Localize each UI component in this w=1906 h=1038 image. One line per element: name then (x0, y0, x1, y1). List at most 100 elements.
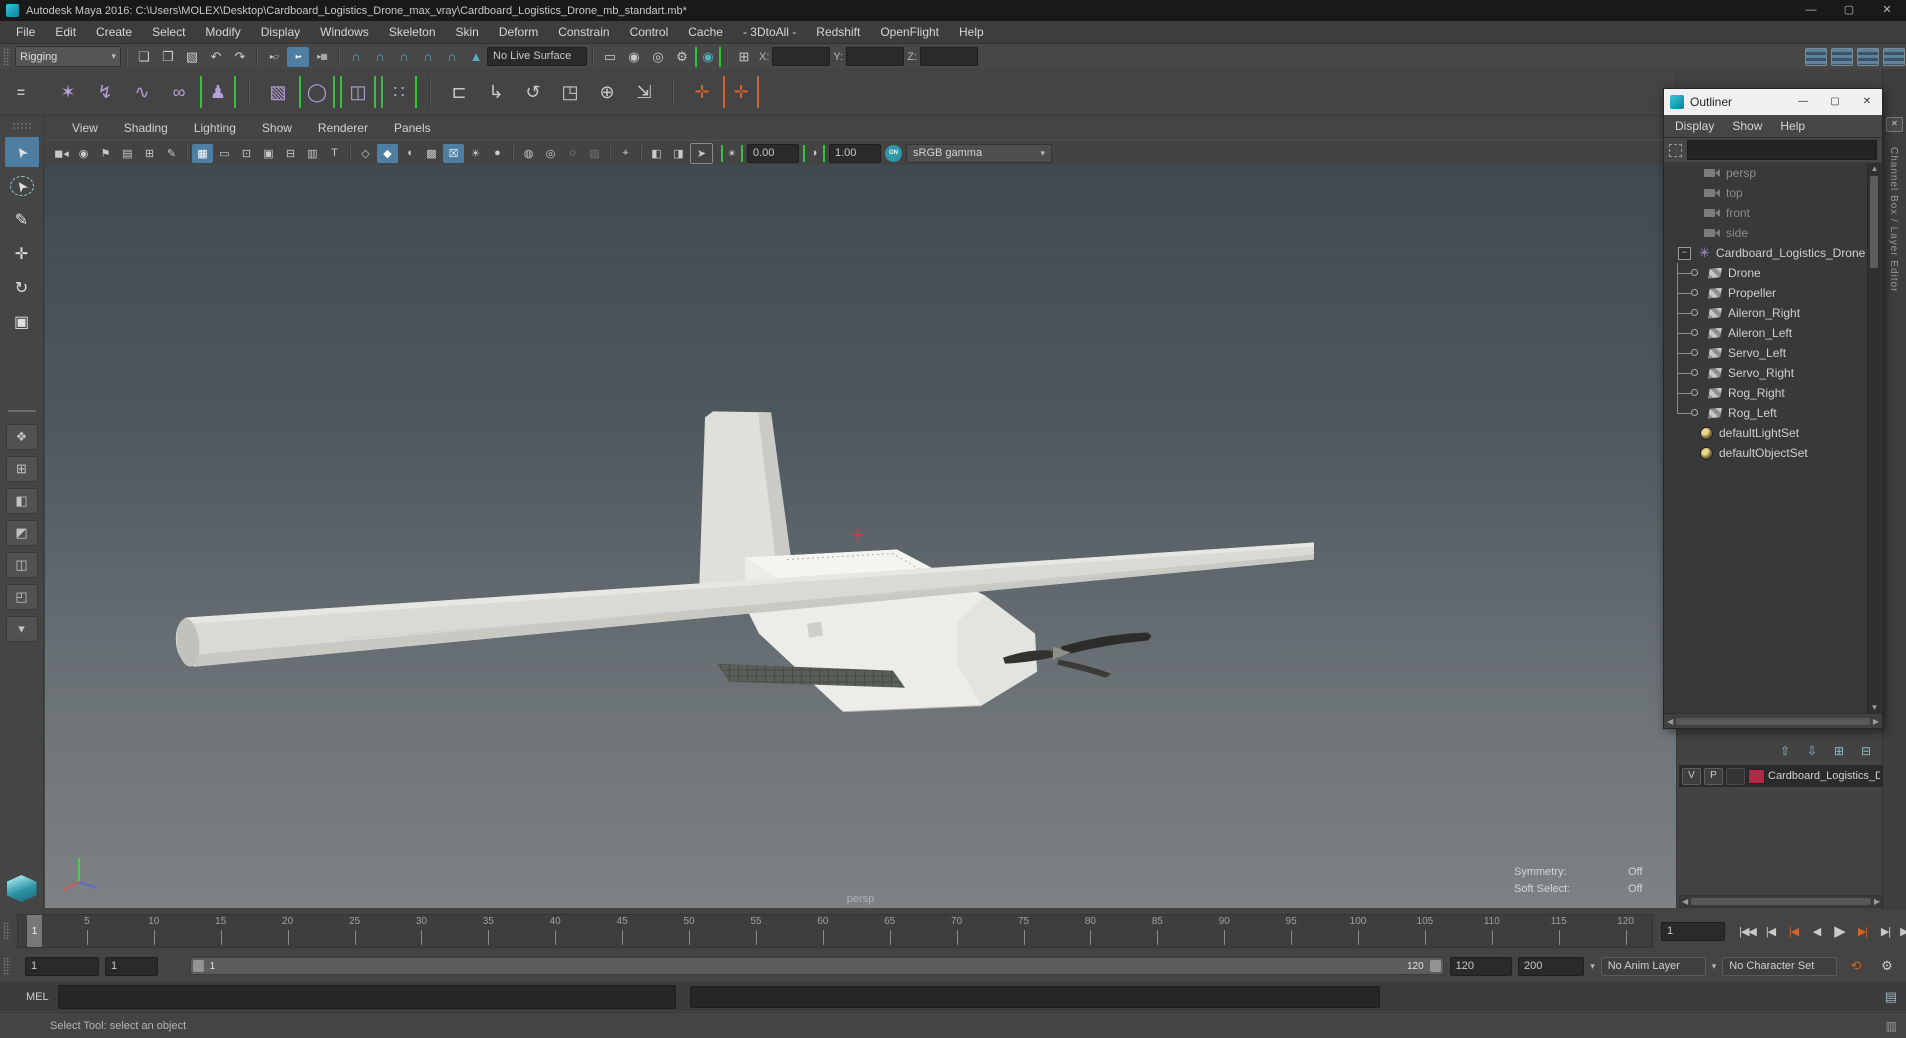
current-time-marker[interactable]: 1 (27, 915, 42, 947)
2d-pan-zoom-icon[interactable]: ⊞ (139, 144, 160, 163)
range-end-handle[interactable] (1429, 960, 1441, 972)
play-forwards-button[interactable]: ▶ (1829, 921, 1850, 941)
save-scene-icon[interactable]: ▧ (181, 47, 203, 67)
go-to-start-button[interactable]: |◀◀ (1737, 921, 1758, 941)
aim-constraint-icon[interactable]: ◳ (554, 76, 586, 108)
z-input[interactable] (919, 47, 978, 66)
bind-skin-icon[interactable]: ▧ (262, 76, 294, 108)
multisample-icon[interactable]: ◌ (562, 144, 583, 163)
paint-select-tool[interactable]: ✎ (5, 205, 39, 235)
contrast-value[interactable]: 1.00 (829, 143, 881, 163)
scroll-right-icon[interactable]: ▶ (1873, 717, 1879, 726)
live-surface-field[interactable]: No Live Surface (487, 47, 587, 66)
menu-set-selector[interactable]: Rigging ▾ (15, 46, 121, 67)
step-back-key-button[interactable]: |◀ (1783, 921, 1804, 941)
menu-redshift[interactable]: Redshift (806, 21, 870, 43)
wireframe-on-shaded-icon[interactable]: ☒ (443, 143, 464, 163)
flat-shade-icon[interactable]: ◖ (399, 144, 420, 163)
image-plane-icon[interactable]: ▤ (117, 144, 138, 163)
select-tool[interactable]: ➤ (4, 137, 39, 167)
step-forward-frame-button[interactable]: ▶| (1875, 921, 1896, 941)
panel-menu-panels[interactable]: Panels (381, 117, 444, 139)
lasso-tool[interactable]: ➤ (5, 171, 39, 201)
panel-menu-renderer[interactable]: Renderer (305, 117, 381, 139)
new-scene-icon[interactable]: ❏ (133, 47, 155, 67)
outliner-item-servo_right[interactable]: Servo_Right (1664, 363, 1882, 383)
move-layer-down-icon[interactable]: ⇩ (1804, 744, 1820, 758)
scroll-left-icon[interactable]: ◀ (1682, 897, 1688, 906)
resolution-gate-icon[interactable]: ⊡ (236, 144, 257, 163)
outliner-menu-show[interactable]: Show (1723, 115, 1771, 137)
ik-spline-handle-icon[interactable]: ∿ (126, 76, 158, 108)
safe-title-icon[interactable]: T (324, 144, 345, 163)
contrast-icon[interactable]: ◑ (803, 144, 825, 162)
select-camera-icon[interactable]: ◼◂ (51, 144, 72, 163)
make-live-icon[interactable]: ▲ (465, 47, 487, 67)
outliner-item-top[interactable]: top (1664, 183, 1882, 203)
anim-layer-selector[interactable]: No Anim Layer (1600, 956, 1706, 976)
select-by-object-icon[interactable]: ▸▪ (287, 46, 309, 67)
chevron-down-icon[interactable]: ▾ (1712, 961, 1717, 972)
pole-vector-constraint-icon[interactable]: ⊕ (591, 76, 623, 108)
snap-to-curve-icon[interactable]: ∩ (369, 47, 391, 67)
render-settings-icon[interactable]: ⚙ (671, 47, 693, 67)
layer-editor-hscrollbar[interactable]: ◀ ▶ (1679, 895, 1883, 908)
outliner-close-button[interactable]: ✕ (1854, 89, 1880, 115)
menu-deform[interactable]: Deform (489, 21, 548, 43)
menu-windows[interactable]: Windows (310, 21, 379, 43)
select-by-hierarchy-icon[interactable]: ▸▱ (263, 47, 285, 67)
drag-grip[interactable] (11, 122, 32, 130)
script-editor-icon[interactable]: ▤ (1885, 989, 1897, 1005)
outliner-item-persp[interactable]: persp (1664, 163, 1882, 183)
outliner-minimize-button[interactable]: — (1790, 89, 1816, 115)
playback-start-field[interactable]: 1 (104, 956, 158, 976)
interactive-bind-icon[interactable]: ◯ (299, 76, 335, 108)
go-to-end-button[interactable]: ▶▶| (1898, 921, 1906, 941)
outliner-item-rog_left[interactable]: Rog_Left (1664, 403, 1882, 423)
menu-create[interactable]: Create (86, 21, 142, 43)
grease-pencil-icon[interactable]: ✎ (161, 144, 182, 163)
command-line-input[interactable] (58, 984, 676, 1009)
detach-skin-icon[interactable]: ∷ (381, 76, 417, 108)
exposure-value[interactable]: 0.00 (747, 143, 799, 163)
redo-icon[interactable]: ↷ (229, 47, 251, 67)
open-scene-icon[interactable]: ❒ (157, 47, 179, 67)
render-override-icon[interactable]: ▨ (584, 144, 605, 163)
panel-menu-shading[interactable]: Shading (111, 117, 181, 139)
outliner-menu-display[interactable]: Display (1666, 115, 1723, 137)
wireframe-icon[interactable]: ◇ (355, 144, 376, 163)
gate-mask-icon[interactable]: ▣ (258, 144, 279, 163)
x-input[interactable] (772, 47, 831, 66)
range-start-handle[interactable] (192, 960, 204, 972)
panel-menu-lighting[interactable]: Lighting (181, 117, 249, 139)
create-layer-from-selected-icon[interactable]: ⊟ (1858, 744, 1874, 758)
field-chart-icon[interactable]: ⊟ (280, 144, 301, 163)
range-slider-bar[interactable]: 1 120 (189, 957, 1444, 975)
render-current-frame-icon[interactable]: ◉ (623, 47, 645, 67)
scale-tool[interactable]: ▣ (5, 307, 39, 337)
point-constraint-icon[interactable]: ↳ (480, 76, 512, 108)
motion-blur-icon[interactable]: ◎ (540, 144, 561, 163)
bookmark-icon[interactable]: ⚑ (95, 144, 116, 163)
time-slider[interactable]: 1 5 10 15 20 25 30 35 40 45 50 55 60 65 70 75 80 85 90 95 1… (17, 914, 1653, 948)
menu-file[interactable]: File (6, 21, 45, 43)
smooth-shade-icon[interactable]: ◆ (377, 143, 398, 163)
menu-edit[interactable]: Edit (45, 21, 86, 43)
control-group-icon[interactable]: ✛ (723, 76, 759, 108)
outliner-item-cardboard_logistics_drone[interactable]: − ✳ Cardboard_Logistics_Drone (1664, 243, 1882, 263)
outliner-item-defaultobjectset[interactable]: defaultObjectSet (1664, 443, 1882, 463)
attribute-editor-toggle-icon[interactable] (1831, 47, 1853, 66)
snap-to-projected-center-icon[interactable]: ∩ (417, 47, 439, 67)
persp-graph-layout-button[interactable]: ◩ (5, 520, 38, 546)
grid-toggle-icon[interactable]: ▦ (192, 143, 213, 163)
scrollbar-thumb[interactable] (1676, 717, 1870, 725)
close-button[interactable]: ✕ (1868, 0, 1906, 21)
film-gate-icon[interactable]: ▭ (214, 144, 235, 163)
orient-constraint-icon[interactable]: ↺ (517, 76, 549, 108)
outliner-maximize-button[interactable]: ▢ (1822, 89, 1848, 115)
snap-to-view-plane-icon[interactable]: ∩ (441, 47, 463, 67)
panel-menu-show[interactable]: Show (249, 117, 305, 139)
safe-action-icon[interactable]: ▥ (302, 144, 323, 163)
outliner-item-propeller[interactable]: Propeller (1664, 283, 1882, 303)
shelf-tabs-icon[interactable]: = (11, 81, 31, 103)
